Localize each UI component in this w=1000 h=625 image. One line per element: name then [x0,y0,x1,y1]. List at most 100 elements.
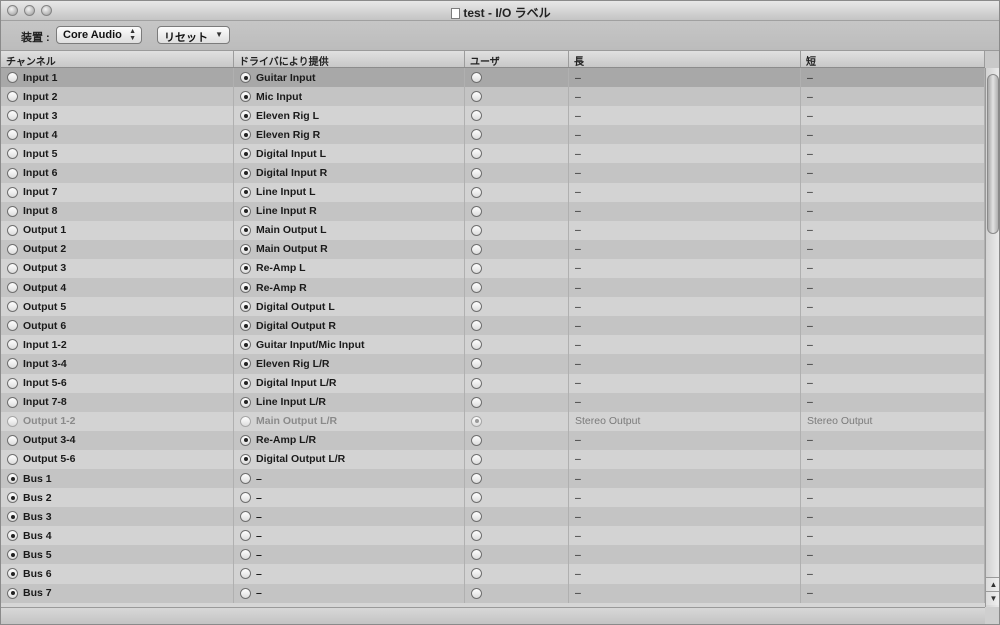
table-row[interactable]: Input 1 Guitar Input – – [1,68,985,88]
table-row[interactable]: Output 4 Re-Amp R – – [1,278,985,298]
device-popup[interactable]: Core Audio ▲ ▼ [56,26,142,44]
driver-radio[interactable] [240,549,251,561]
resize-corner[interactable] [985,607,999,624]
short-label-cell[interactable]: – [801,201,985,221]
short-label-cell[interactable]: – [801,545,985,565]
driver-radio[interactable] [240,205,251,217]
table-row[interactable]: Input 3 Eleven Rig L – – [1,106,985,126]
channel-radio[interactable] [7,511,18,523]
channel-radio[interactable] [7,129,18,141]
user-radio[interactable] [471,301,482,313]
short-label-cell[interactable]: – [801,258,985,279]
table-row[interactable]: Bus 1– – – [1,468,985,489]
long-label-cell[interactable]: Stereo Output [569,411,801,431]
channel-radio[interactable] [7,224,18,236]
column-header-driver[interactable]: ドライバにより提供 [234,51,465,67]
user-radio[interactable] [471,339,482,351]
long-label-cell[interactable]: – [569,87,801,107]
channel-radio[interactable] [7,415,18,427]
channel-radio[interactable] [7,91,18,103]
vertical-scrollbar[interactable]: ▲ ▼ [985,68,999,607]
table-row[interactable]: Bus 7– – – [1,583,985,603]
long-label-cell[interactable]: – [569,507,801,527]
table-row[interactable]: Bus 6– – – [1,564,985,584]
user-radio[interactable] [471,568,482,580]
long-label-cell[interactable]: – [569,583,801,603]
user-radio[interactable] [471,186,482,198]
horizontal-scrollbar[interactable] [1,607,999,624]
driver-radio[interactable] [240,91,251,103]
table-row[interactable]: Input 5-6 Digital Input L/R – – [1,373,985,393]
driver-radio[interactable] [240,262,251,274]
user-radio[interactable] [471,434,482,446]
channel-radio[interactable] [7,148,18,160]
driver-radio[interactable] [240,148,251,160]
user-radio[interactable] [471,511,482,523]
table-row[interactable]: Output 3-4 Re-Amp L/R – – [1,430,985,450]
driver-radio[interactable] [240,492,251,504]
short-label-cell[interactable]: – [801,220,985,240]
user-radio[interactable] [471,415,482,427]
channel-radio[interactable] [7,205,18,217]
user-radio[interactable] [471,110,482,122]
long-label-cell[interactable]: – [569,163,801,183]
user-radio[interactable] [471,587,482,599]
channel-radio[interactable] [7,301,18,313]
user-radio[interactable] [471,148,482,160]
short-label-cell[interactable]: – [801,106,985,126]
table-row[interactable]: Bus 2– – – [1,488,985,508]
scroll-thumb[interactable] [987,74,999,234]
user-radio[interactable] [471,530,482,542]
table-row[interactable]: Output 6 Digital Output R – – [1,316,985,336]
long-label-cell[interactable]: – [569,201,801,221]
driver-radio[interactable] [240,301,251,313]
channel-radio[interactable] [7,72,18,84]
short-label-cell[interactable]: – [801,526,985,546]
user-radio[interactable] [471,453,482,465]
long-label-cell[interactable]: – [569,545,801,565]
driver-radio[interactable] [240,587,251,599]
table-row[interactable]: Input 3-4 Eleven Rig L/R – – [1,354,985,374]
short-label-cell[interactable]: – [801,182,985,202]
channel-radio[interactable] [7,358,18,370]
table-row[interactable]: Output 1-2 Main Output L/R Stereo Output St… [1,411,985,431]
channel-radio[interactable] [7,186,18,198]
short-label-cell[interactable]: – [801,564,985,584]
long-label-cell[interactable]: – [569,564,801,584]
long-label-cell[interactable]: – [569,430,801,450]
user-radio[interactable] [471,320,482,332]
scroll-up-arrow-icon[interactable]: ▲ [986,577,999,591]
long-label-cell[interactable]: – [569,373,801,393]
short-label-cell[interactable]: – [801,449,985,469]
short-label-cell[interactable]: – [801,87,985,107]
user-radio[interactable] [471,262,482,274]
channel-radio[interactable] [7,530,18,542]
channel-radio[interactable] [7,377,18,389]
driver-radio[interactable] [240,243,251,255]
short-label-cell[interactable]: – [801,239,985,259]
short-label-cell[interactable]: Stereo Output [801,411,985,431]
column-header-long[interactable]: 長 [569,51,801,67]
user-radio[interactable] [471,91,482,103]
driver-radio[interactable] [240,129,251,141]
user-radio[interactable] [471,358,482,370]
driver-radio[interactable] [240,358,251,370]
long-label-cell[interactable]: – [569,392,801,412]
driver-radio[interactable] [240,511,251,523]
channel-radio[interactable] [7,587,18,599]
user-radio[interactable] [471,72,482,84]
user-radio[interactable] [471,167,482,179]
user-radio[interactable] [471,243,482,255]
driver-radio[interactable] [240,396,251,408]
long-label-cell[interactable]: – [569,106,801,126]
long-label-cell[interactable]: – [569,68,801,88]
channel-radio[interactable] [7,492,18,504]
short-label-cell[interactable]: – [801,583,985,603]
table-row[interactable]: Output 3 Re-Amp L – – [1,258,985,279]
channel-radio[interactable] [7,434,18,446]
table-row[interactable]: Output 1 Main Output L – – [1,220,985,240]
long-label-cell[interactable]: – [569,125,801,145]
table-row[interactable]: Bus 5– – – [1,545,985,565]
user-radio[interactable] [471,473,482,485]
channel-radio[interactable] [7,320,18,332]
